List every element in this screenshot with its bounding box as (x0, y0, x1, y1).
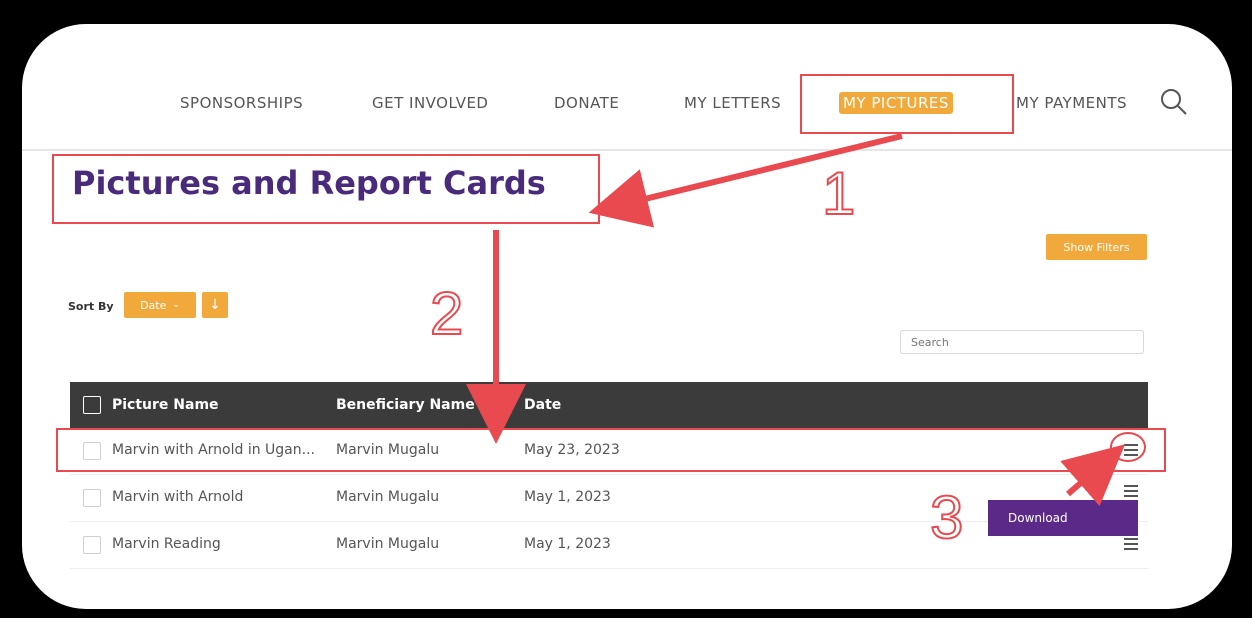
annotation-number-1: 1 (821, 160, 856, 227)
photo-frame: SPONSORSHIPS GET INVOLVED DONATE MY LETT… (0, 0, 1252, 618)
annotation-arrows (466, 133, 1126, 507)
browser-screen: SPONSORSHIPS GET INVOLVED DONATE MY LETT… (22, 24, 1232, 609)
arrow-1 (588, 133, 903, 228)
annotation-number-2: 2 (429, 280, 464, 347)
arrow-3 (1060, 444, 1126, 507)
annotation-number-3: 3 (929, 484, 964, 551)
